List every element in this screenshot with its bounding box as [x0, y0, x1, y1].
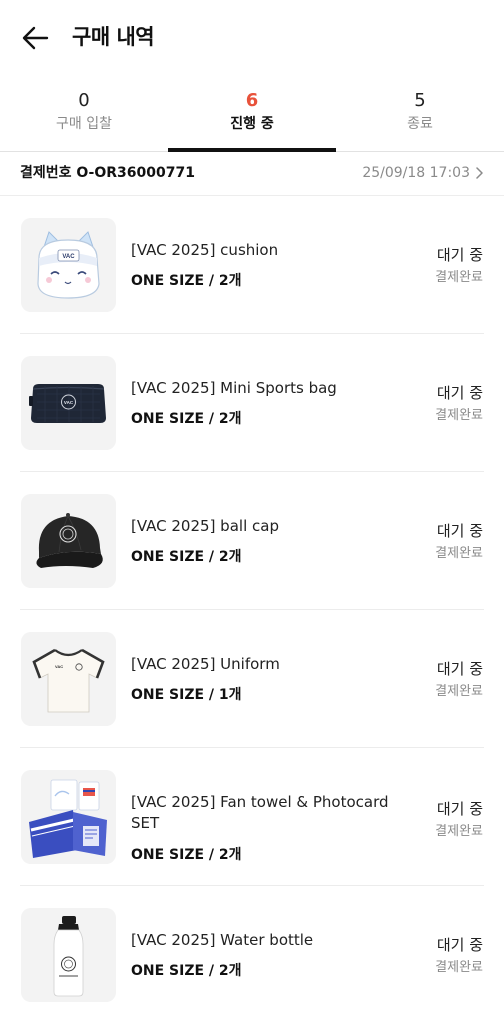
- list-item[interactable]: [VAC 2025] Fan towel & Photocard SET ONE…: [0, 748, 504, 886]
- order-date: 25/09/18 17:03: [362, 165, 470, 181]
- tab-bidding[interactable]: 0 구매 입찰: [0, 88, 168, 152]
- tab-bidding-count: 0: [78, 90, 90, 111]
- list-item[interactable]: VAC [VAC 2025] Mini Sports bag ONE SIZE …: [0, 334, 504, 472]
- item-name: [VAC 2025] Fan towel & Photocard SET: [131, 793, 389, 832]
- towel-image: [21, 770, 116, 864]
- item-name: [VAC 2025] ball cap: [131, 517, 279, 535]
- item-status: 대기 중: [436, 800, 483, 818]
- chevron-right-icon: [476, 167, 483, 179]
- back-button[interactable]: [20, 22, 52, 54]
- list-item[interactable]: VAC [VAC 2025] cushion ONE SIZE / 2개 대기 …: [0, 196, 504, 334]
- tab-completed[interactable]: 5 종료: [336, 88, 504, 152]
- item-status: 대기 중: [436, 522, 483, 540]
- item-option: ONE SIZE / 2개: [131, 411, 242, 427]
- item-name: [VAC 2025] Water bottle: [131, 931, 314, 949]
- tab-completed-label: 종료: [407, 116, 433, 132]
- item-name: [VAC 2025] Uniform: [131, 655, 280, 673]
- order-items-list: VAC [VAC 2025] cushion ONE SIZE / 2개 대기 …: [0, 196, 504, 1024]
- order-number: 결제번호 O-OR36000771: [20, 165, 195, 181]
- item-payment-status: 결제완료: [435, 546, 483, 561]
- item-option: ONE SIZE / 1개: [131, 687, 242, 703]
- tab-in-progress-label: 진행 중: [230, 116, 274, 132]
- item-name: [VAC 2025] Mini Sports bag: [131, 379, 337, 397]
- item-status: 대기 중: [436, 384, 483, 402]
- item-status: 대기 중: [436, 660, 483, 678]
- svg-text:VAC: VAC: [55, 664, 63, 669]
- tab-in-progress-count: 6: [245, 90, 259, 111]
- uniform-image: VAC: [21, 632, 116, 726]
- item-payment-status: 결제완료: [435, 684, 483, 699]
- cushion-image: VAC: [21, 218, 116, 312]
- item-option: ONE SIZE / 2개: [131, 963, 242, 979]
- bag-image: VAC: [21, 356, 116, 450]
- item-payment-status: 결제완료: [435, 408, 483, 423]
- bottle-image: [21, 908, 116, 1002]
- item-payment-status: 결제완료: [435, 270, 483, 285]
- order-header-row[interactable]: 결제번호 O-OR36000771 25/09/18 17:03: [0, 152, 504, 196]
- list-item[interactable]: [VAC 2025] ball cap ONE SIZE / 2개 대기 중 결…: [0, 472, 504, 610]
- tab-completed-count: 5: [414, 90, 426, 111]
- status-tabs: 0 구매 입찰 6 진행 중 5 종료: [0, 88, 504, 152]
- arrow-left-icon: [22, 26, 49, 50]
- app-header: 구매 내역: [0, 0, 504, 76]
- item-status: 대기 중: [436, 936, 483, 954]
- item-payment-status: 결제완료: [435, 824, 483, 839]
- item-name: [VAC 2025] cushion: [131, 241, 279, 259]
- list-item[interactable]: VAC [VAC 2025] Uniform ONE SIZE / 1개 대기 …: [0, 610, 504, 748]
- svg-text:VAC: VAC: [64, 400, 74, 405]
- item-payment-status: 결제완료: [435, 960, 483, 975]
- tab-in-progress[interactable]: 6 진행 중: [168, 88, 336, 152]
- item-status: 대기 중: [436, 246, 483, 264]
- item-option: ONE SIZE / 2개: [131, 549, 242, 565]
- cap-image: [21, 494, 116, 588]
- list-item[interactable]: [VAC 2025] Water bottle ONE SIZE / 2개 대기…: [0, 886, 504, 1024]
- svg-text:VAC: VAC: [62, 254, 75, 260]
- tab-bidding-label: 구매 입찰: [56, 116, 112, 132]
- item-option: ONE SIZE / 2개: [131, 847, 242, 863]
- item-option: ONE SIZE / 2개: [131, 273, 242, 289]
- page-title: 구매 내역: [72, 25, 155, 49]
